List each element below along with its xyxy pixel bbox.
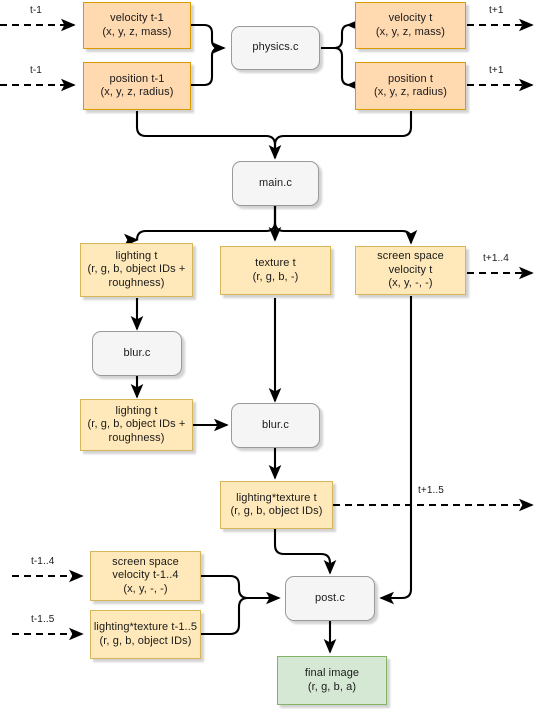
node-label: lighting t: [115, 404, 158, 417]
node-label-2: velocity t: [388, 263, 433, 276]
node-position-tm1[interactable]: position t-1 (x, y, z, radius): [83, 62, 191, 110]
node-label: post.c: [315, 591, 345, 604]
node-sublabel: (x, y, z, radius): [100, 86, 174, 98]
node-label: screen space: [377, 250, 444, 263]
node-ss-velocity-tm14[interactable]: screen space velocity t-1..4 (x, y, -, -…: [90, 551, 201, 601]
node-label: blur.c: [262, 418, 289, 431]
node-sublabel: (r, g, b, -): [252, 270, 299, 283]
edge-ss-velocity-t-to-post: [379, 296, 413, 605]
node-post-c[interactable]: post.c: [285, 576, 375, 621]
node-velocity-t[interactable]: velocity t (x, y, z, mass): [355, 2, 466, 49]
flowchart-canvas: velocity t-1 (x, y, z, mass) position t-…: [0, 0, 540, 709]
node-blur-c-center[interactable]: blur.c: [231, 403, 320, 448]
node-sublabel: (r, g, b, a): [307, 680, 357, 693]
node-label: screen space: [112, 555, 179, 568]
node-lighting-texture-t[interactable]: lighting*texture t (r, g, b, object IDs): [220, 481, 333, 529]
node-label: position t-1: [109, 72, 165, 85]
node-label: physics.c: [252, 41, 299, 54]
edge-main-to-lighting-t: [130, 206, 277, 242]
node-label: velocity t: [388, 12, 433, 24]
node-final-image[interactable]: final image (r, g, b, a): [277, 656, 387, 705]
node-sublabel: (r, g, b, object IDs): [99, 634, 192, 647]
edge-physics-to-position-t: [321, 46, 362, 92]
edge-lighting-texture-tm15-to-post: [201, 596, 279, 636]
node-label: lighting*texture t: [236, 491, 317, 504]
node-label: texture t: [255, 257, 296, 269]
node-sublabel: (x, y, -, -): [123, 582, 168, 595]
node-texture-t[interactable]: texture t (r, g, b, -): [220, 246, 331, 295]
node-lighting-t-blurred[interactable]: lighting t (r, g, b, object IDs + roughn…: [80, 399, 193, 451]
node-sublabel: (r, g, b, object IDs + roughness): [87, 263, 186, 289]
node-lighting-t[interactable]: lighting t (r, g, b, object IDs + roughn…: [80, 243, 193, 297]
edge-position-tm1-to-main: [135, 111, 282, 160]
edge-position-tm1-to-physics: [191, 46, 224, 87]
node-ss-velocity-t[interactable]: screen space velocity t (x, y, -, -): [355, 246, 466, 295]
node-sublabel: (x, y, z, mass): [375, 25, 446, 38]
node-blur-c-left[interactable]: blur.c: [92, 331, 182, 376]
node-physics-c[interactable]: physics.c: [231, 26, 320, 70]
edge-main-to-ss-velocity-t: [273, 206, 418, 245]
node-lighting-texture-tm15[interactable]: lighting*texture t-1..5 (r, g, b, object…: [90, 610, 201, 659]
node-label: velocity t-1: [110, 12, 164, 24]
edge-label-output-velocity-t: t+1: [489, 5, 504, 16]
node-label: blur.c: [123, 346, 151, 359]
node-label-2: velocity t-1..4: [112, 569, 179, 582]
edge-lighting-texture-t-to-post: [273, 529, 337, 575]
node-main-c[interactable]: main.c: [232, 161, 319, 206]
edge-label-output-position-t: t+1: [489, 65, 504, 76]
node-position-t[interactable]: position t (x, y, z, radius): [355, 62, 466, 110]
node-label: lighting*texture t-1..5: [93, 621, 198, 633]
edge-label-input-position-tm1: t-1: [30, 65, 42, 76]
edge-physics-to-velocity-t: [321, 18, 362, 50]
edge-ss-velocity-tm14-to-post: [201, 574, 281, 605]
node-sublabel: (x, y, z, mass): [102, 25, 172, 38]
node-velocity-tm1[interactable]: velocity t-1 (x, y, z, mass): [83, 2, 191, 49]
node-label: final image: [304, 667, 360, 679]
node-sublabel: (r, g, b, object IDs + roughness): [87, 418, 186, 444]
edge-position-t-to-main: [273, 111, 413, 158]
edge-label-output-ss-velocity-t: t+1..4: [483, 253, 509, 264]
node-label: main.c: [259, 176, 292, 189]
edge-label-input-lighting-texture-tm15: t-1..5: [31, 614, 55, 625]
node-sublabel: (x, y, -, -): [388, 277, 433, 290]
edge-label-output-lighting-texture-t: t+1..5: [418, 485, 444, 496]
node-sublabel: (x, y, z, radius): [373, 86, 447, 98]
edge-velocity-tm1-to-physics: [191, 23, 226, 55]
node-sublabel: (r, g, b, object IDs): [230, 505, 323, 517]
edge-label-input-velocity-tm1: t-1: [30, 5, 42, 16]
edge-label-input-ss-velocity-tm14: t-1..4: [31, 556, 55, 567]
node-label: position t: [387, 72, 434, 85]
node-label: lighting t: [115, 249, 158, 262]
